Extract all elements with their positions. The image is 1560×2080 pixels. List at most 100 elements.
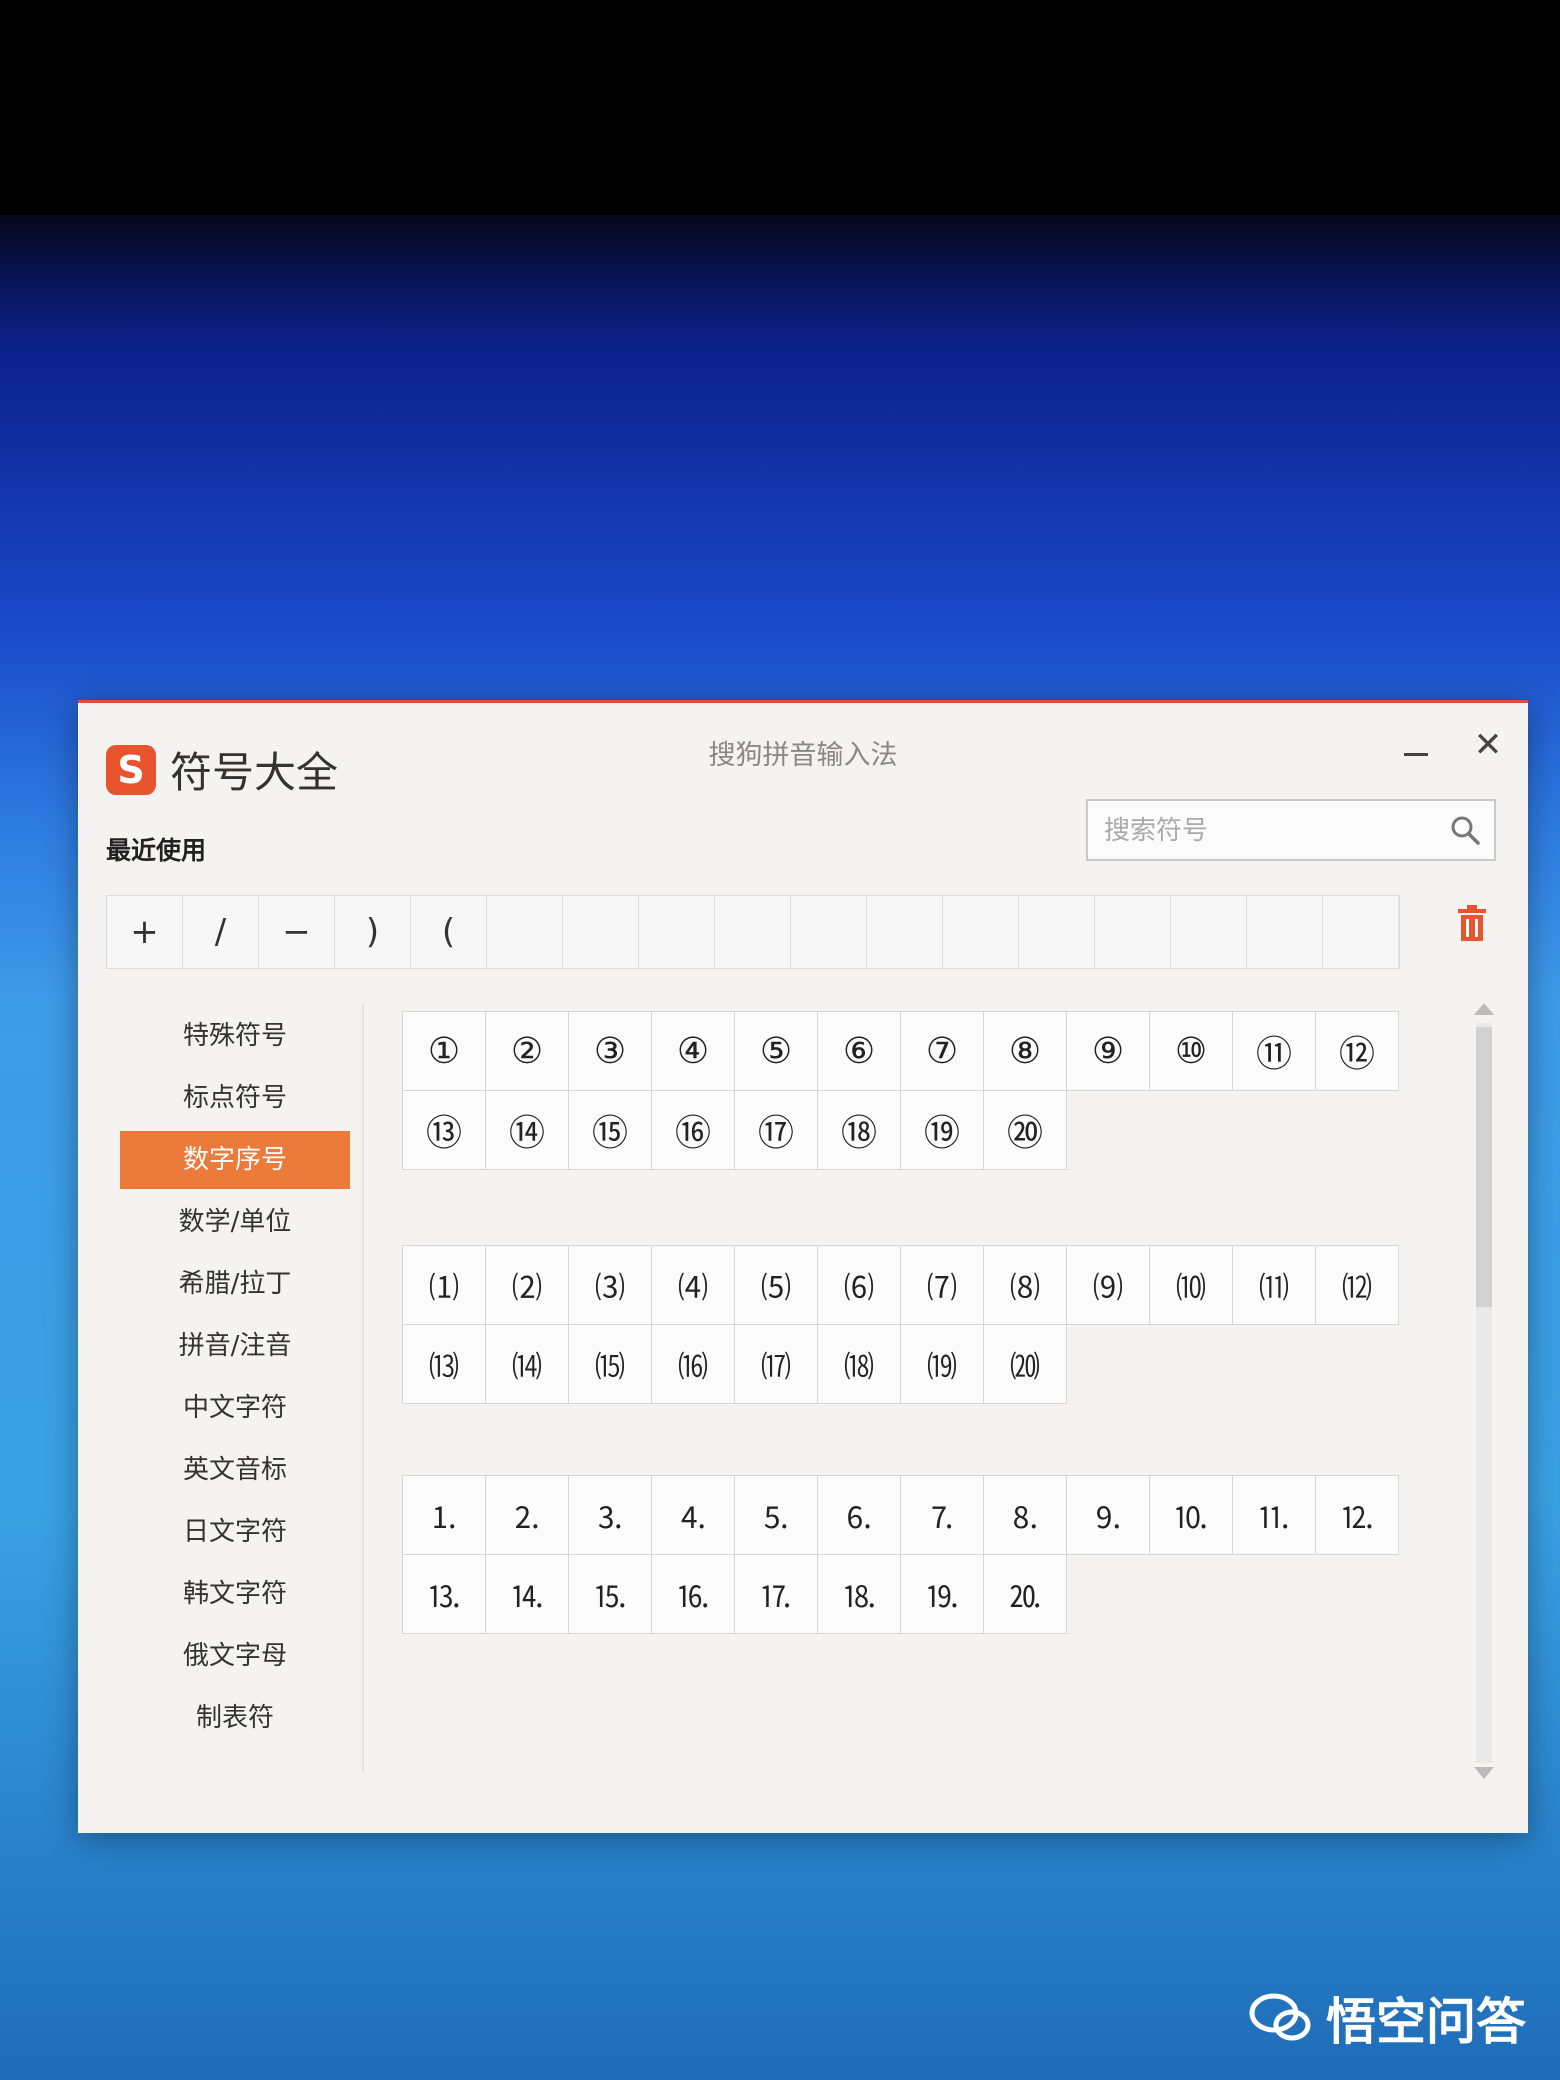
category-item[interactable]: 英文音标 (120, 1439, 350, 1501)
symbol-cell[interactable]: ⒛ (983, 1554, 1067, 1634)
search-icon[interactable] (1450, 815, 1480, 845)
symbol-cell[interactable]: ⑲ (900, 1090, 984, 1170)
recent-symbol-cell[interactable] (487, 896, 563, 968)
minimize-button[interactable] (1396, 731, 1436, 771)
scroll-down-icon[interactable] (1474, 1767, 1494, 1779)
symbol-cell[interactable]: ⑴ (402, 1245, 486, 1325)
recent-symbol-cell[interactable]: ( (411, 896, 487, 968)
category-item[interactable]: 韩文字符 (120, 1563, 350, 1625)
symbol-cell[interactable]: ⒆ (900, 1324, 984, 1404)
symbol-cell[interactable]: ⒓ (1315, 1475, 1399, 1555)
symbol-cell[interactable]: ⒍ (817, 1475, 901, 1555)
close-button[interactable]: ✕ (1468, 725, 1508, 765)
symbol-cell[interactable]: ⑦ (900, 1011, 984, 1091)
symbol-cell[interactable]: ⑧ (983, 1011, 1067, 1091)
symbol-cell[interactable]: ⒚ (900, 1554, 984, 1634)
recent-symbol-cell[interactable] (1095, 896, 1171, 968)
recent-symbol-cell[interactable] (943, 896, 1019, 968)
scroll-thumb[interactable] (1476, 1027, 1492, 1307)
symbol-cell[interactable]: ⑺ (900, 1245, 984, 1325)
symbol-cell[interactable]: ⒃ (651, 1324, 735, 1404)
category-item[interactable]: 希腊/拉丁 (120, 1253, 350, 1315)
symbol-cell[interactable]: ⒂ (568, 1324, 652, 1404)
symbol-cell[interactable]: ⒁ (485, 1324, 569, 1404)
recent-symbol-cell[interactable] (791, 896, 867, 968)
symbol-cell[interactable]: ⑥ (817, 1011, 901, 1091)
symbol-cell[interactable]: ⒖ (568, 1554, 652, 1634)
symbol-cell[interactable]: ⑨ (1066, 1011, 1150, 1091)
category-item[interactable]: 俄文字母 (120, 1625, 350, 1687)
symbol-cell[interactable]: ⒌ (734, 1475, 818, 1555)
symbol-cell[interactable]: ⒊ (568, 1475, 652, 1555)
recent-symbol-cell[interactable] (715, 896, 791, 968)
symbol-cell[interactable]: ⑼ (1066, 1245, 1150, 1325)
monitor-bezel (0, 0, 1560, 215)
category-item[interactable]: 拼音/注音 (120, 1315, 350, 1377)
symbol-cell[interactable]: ⒅ (817, 1324, 901, 1404)
scrollbar[interactable] (1470, 1003, 1496, 1783)
symbol-cell[interactable]: ⒔ (402, 1554, 486, 1634)
symbol-cell[interactable]: ⒄ (734, 1324, 818, 1404)
symbol-cell[interactable]: ⒒ (1232, 1475, 1316, 1555)
symbol-cell[interactable]: ⒗ (651, 1554, 735, 1634)
symbol-cell[interactable]: ⑻ (983, 1245, 1067, 1325)
symbol-cell[interactable]: ⒋ (651, 1475, 735, 1555)
symbol-cell[interactable]: ⑱ (817, 1090, 901, 1170)
recent-symbol-cell[interactable]: ) (335, 896, 411, 968)
category-item[interactable]: 日文字符 (120, 1501, 350, 1563)
recent-symbol-cell[interactable] (1019, 896, 1095, 968)
symbol-cell[interactable]: ⑵ (485, 1245, 569, 1325)
recent-symbol-cell[interactable] (1247, 896, 1323, 968)
category-item[interactable]: 制表符 (120, 1687, 350, 1749)
recent-symbol-cell[interactable]: + (107, 896, 183, 968)
symbol-cell[interactable]: ⑹ (817, 1245, 901, 1325)
recent-symbol-cell[interactable]: − (259, 896, 335, 968)
symbol-cell[interactable]: ⒘ (734, 1554, 818, 1634)
category-item[interactable]: 标点符号 (120, 1067, 350, 1129)
recent-symbol-cell[interactable]: / (183, 896, 259, 968)
symbol-cell[interactable]: ⑰ (734, 1090, 818, 1170)
symbol-cell[interactable]: ⒎ (900, 1475, 984, 1555)
symbol-cell[interactable]: ⑪ (1232, 1011, 1316, 1091)
recent-symbol-cell[interactable] (1323, 896, 1399, 968)
trash-icon[interactable] (1454, 903, 1490, 943)
symbol-cell[interactable]: ⒇ (983, 1324, 1067, 1404)
symbol-cell[interactable]: ⒕ (485, 1554, 569, 1634)
symbol-cell[interactable]: ⒙ (817, 1554, 901, 1634)
symbol-cell[interactable]: ② (485, 1011, 569, 1091)
symbol-cell[interactable]: ⒉ (485, 1475, 569, 1555)
recent-symbol-cell[interactable] (563, 896, 639, 968)
symbol-cell[interactable]: ⑷ (651, 1245, 735, 1325)
symbol-cell[interactable]: ⑽ (1149, 1245, 1233, 1325)
search-box[interactable] (1086, 799, 1496, 861)
symbol-cell[interactable]: ⑾ (1232, 1245, 1316, 1325)
search-input[interactable] (1102, 811, 1426, 851)
symbol-cell[interactable]: ⒀ (402, 1324, 486, 1404)
symbol-cell[interactable]: ⒐ (1066, 1475, 1150, 1555)
recent-symbol-cell[interactable] (867, 896, 943, 968)
symbol-cell[interactable]: ③ (568, 1011, 652, 1091)
symbol-cell[interactable]: ⑸ (734, 1245, 818, 1325)
scroll-up-icon[interactable] (1474, 1003, 1494, 1015)
symbol-cell[interactable]: ⑿ (1315, 1245, 1399, 1325)
category-item[interactable]: 数学/单位 (120, 1191, 350, 1253)
symbol-cell[interactable]: ⑶ (568, 1245, 652, 1325)
symbol-cell[interactable]: ④ (651, 1011, 735, 1091)
symbol-cell[interactable]: ⑮ (568, 1090, 652, 1170)
symbol-cell[interactable]: ⒏ (983, 1475, 1067, 1555)
category-item[interactable]: 特殊符号 (120, 1005, 350, 1067)
category-item[interactable]: 数字序号 (120, 1131, 350, 1189)
symbol-cell[interactable]: ① (402, 1011, 486, 1091)
symbol-cell[interactable]: ⑫ (1315, 1011, 1399, 1091)
symbol-cell[interactable]: ⑩ (1149, 1011, 1233, 1091)
symbol-cell[interactable]: ⒈ (402, 1475, 486, 1555)
symbol-cell[interactable]: ⒑ (1149, 1475, 1233, 1555)
recent-symbol-cell[interactable] (639, 896, 715, 968)
symbol-cell[interactable]: ⑳ (983, 1090, 1067, 1170)
symbol-cell[interactable]: ⑯ (651, 1090, 735, 1170)
symbol-cell[interactable]: ⑤ (734, 1011, 818, 1091)
recent-symbol-cell[interactable] (1171, 896, 1247, 968)
category-item[interactable]: 中文字符 (120, 1377, 350, 1439)
symbol-cell[interactable]: ⑬ (402, 1090, 486, 1170)
symbol-cell[interactable]: ⑭ (485, 1090, 569, 1170)
